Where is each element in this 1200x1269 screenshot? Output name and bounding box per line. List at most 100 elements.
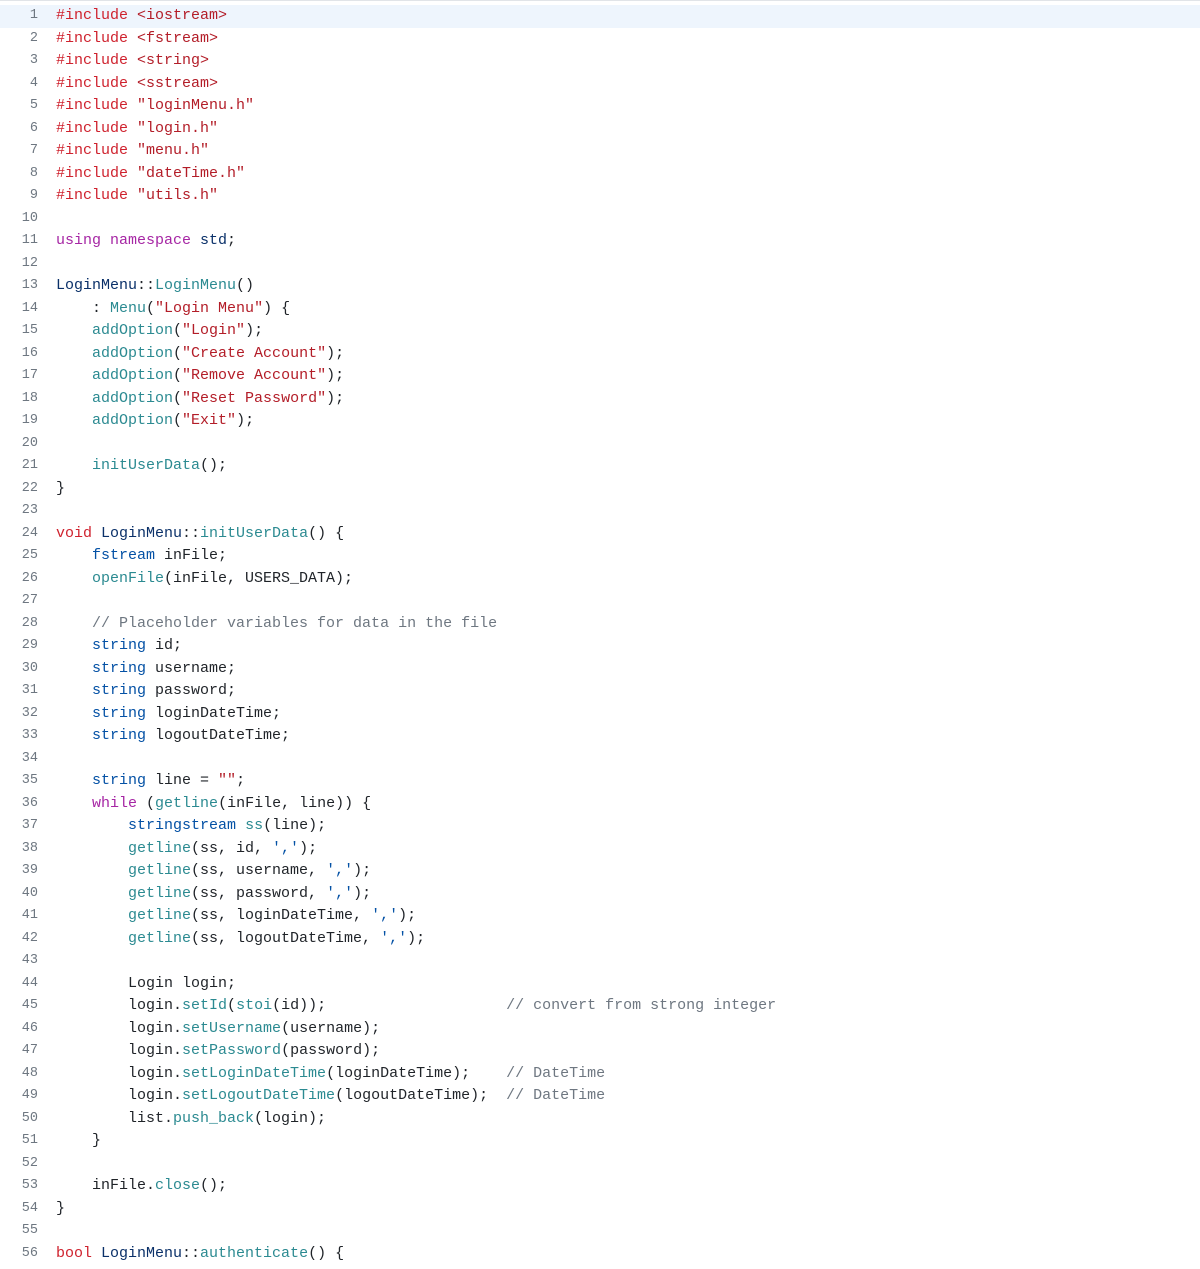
code-line[interactable]: addOption("Remove Account"); bbox=[52, 365, 1200, 388]
code-line[interactable]: #include <sstream> bbox=[52, 73, 1200, 96]
code-token: "utils.h" bbox=[137, 187, 218, 204]
code-token bbox=[56, 547, 92, 564]
code-token: (ss, loginDateTime, bbox=[191, 907, 371, 924]
code-line[interactable]: addOption("Reset Password"); bbox=[52, 388, 1200, 411]
code-line[interactable]: getline(ss, loginDateTime, ','); bbox=[52, 905, 1200, 928]
code-line[interactable]: string loginDateTime; bbox=[52, 703, 1200, 726]
line-number: 25 bbox=[0, 545, 52, 568]
code-line[interactable]: #include <fstream> bbox=[52, 28, 1200, 51]
code-token: // DateTime bbox=[506, 1087, 605, 1104]
code-line[interactable]: #include "login.h" bbox=[52, 118, 1200, 141]
code-line[interactable] bbox=[52, 1153, 1200, 1176]
code-line[interactable]: login.setPassword(password); bbox=[52, 1040, 1200, 1063]
code-token: ; bbox=[236, 772, 245, 789]
code-line[interactable]: // Placeholder variables for data in the… bbox=[52, 613, 1200, 636]
code-line[interactable] bbox=[52, 590, 1200, 613]
code-line[interactable] bbox=[52, 208, 1200, 231]
code-line[interactable]: Login login; bbox=[52, 973, 1200, 996]
code-area[interactable]: #include <iostream>#include <fstream>#in… bbox=[52, 1, 1200, 1269]
code-line[interactable] bbox=[52, 500, 1200, 523]
code-token: addOption bbox=[92, 390, 173, 407]
code-token: "Exit" bbox=[182, 412, 236, 429]
code-line[interactable]: #include "utils.h" bbox=[52, 185, 1200, 208]
line-number: 18 bbox=[0, 388, 52, 411]
code-line[interactable]: void LoginMenu::initUserData() { bbox=[52, 523, 1200, 546]
code-line[interactable]: } bbox=[52, 1198, 1200, 1221]
code-line[interactable]: addOption("Create Account"); bbox=[52, 343, 1200, 366]
code-line[interactable]: : Menu("Login Menu") { bbox=[52, 298, 1200, 321]
code-token: "loginMenu.h" bbox=[137, 97, 254, 114]
code-line[interactable]: list.push_back(login); bbox=[52, 1108, 1200, 1131]
line-number: 28 bbox=[0, 613, 52, 636]
code-token: (); bbox=[200, 457, 227, 474]
code-token: getline bbox=[128, 840, 191, 857]
line-number: 11 bbox=[0, 230, 52, 253]
code-token bbox=[56, 795, 92, 812]
code-token: <fstream> bbox=[137, 30, 218, 47]
code-line[interactable]: LoginMenu::LoginMenu() bbox=[52, 275, 1200, 298]
code-line[interactable]: #include "dateTime.h" bbox=[52, 163, 1200, 186]
code-token: string bbox=[92, 682, 146, 699]
code-line[interactable]: getline(ss, username, ','); bbox=[52, 860, 1200, 883]
code-token: ); bbox=[407, 930, 425, 947]
line-number: 23 bbox=[0, 500, 52, 523]
code-line[interactable]: addOption("Login"); bbox=[52, 320, 1200, 343]
code-line[interactable]: string id; bbox=[52, 635, 1200, 658]
code-token: ',' bbox=[326, 862, 353, 879]
code-line[interactable]: #include <string> bbox=[52, 50, 1200, 73]
code-line[interactable]: #include "loginMenu.h" bbox=[52, 95, 1200, 118]
code-token: // Placeholder variables for data in the… bbox=[92, 615, 497, 632]
code-token: authenticate bbox=[200, 1245, 308, 1262]
code-line[interactable]: login.setUsername(username); bbox=[52, 1018, 1200, 1041]
code-line[interactable]: #include "menu.h" bbox=[52, 140, 1200, 163]
code-line[interactable]: initUserData(); bbox=[52, 455, 1200, 478]
code-token bbox=[56, 570, 92, 587]
code-line[interactable]: getline(ss, id, ','); bbox=[52, 838, 1200, 861]
code-line[interactable]: login.setLogoutDateTime(logoutDateTime);… bbox=[52, 1085, 1200, 1108]
code-line[interactable]: using namespace std; bbox=[52, 230, 1200, 253]
line-number: 4 bbox=[0, 73, 52, 96]
code-line[interactable]: addOption("Exit"); bbox=[52, 410, 1200, 433]
code-token: addOption bbox=[92, 345, 173, 362]
code-line[interactable]: login.setId(stoi(id)); // convert from s… bbox=[52, 995, 1200, 1018]
code-line[interactable]: while (getline(inFile, line)) { bbox=[52, 793, 1200, 816]
code-token: setUsername bbox=[182, 1020, 281, 1037]
code-line[interactable]: string username; bbox=[52, 658, 1200, 681]
code-token: "Remove Account" bbox=[182, 367, 326, 384]
code-line[interactable] bbox=[52, 433, 1200, 456]
code-line[interactable]: string password; bbox=[52, 680, 1200, 703]
code-line[interactable]: } bbox=[52, 1130, 1200, 1153]
code-token: (ss, id, bbox=[191, 840, 272, 857]
code-line[interactable]: login.setLoginDateTime(loginDateTime); /… bbox=[52, 1063, 1200, 1086]
line-number: 45 bbox=[0, 995, 52, 1018]
code-token: addOption bbox=[92, 412, 173, 429]
code-token: list. bbox=[56, 1110, 173, 1127]
code-token: addOption bbox=[92, 322, 173, 339]
code-line[interactable]: #include <iostream> bbox=[52, 5, 1200, 28]
code-line[interactable]: string line = ""; bbox=[52, 770, 1200, 793]
code-line[interactable]: string logoutDateTime; bbox=[52, 725, 1200, 748]
code-line[interactable] bbox=[52, 950, 1200, 973]
code-token: logoutDateTime; bbox=[146, 727, 290, 744]
line-number: 37 bbox=[0, 815, 52, 838]
code-token: getline bbox=[128, 907, 191, 924]
code-line[interactable]: bool LoginMenu::authenticate() { bbox=[52, 1243, 1200, 1266]
code-token: login. bbox=[56, 1087, 182, 1104]
code-line[interactable] bbox=[52, 748, 1200, 771]
code-line[interactable]: stringstream ss(line); bbox=[52, 815, 1200, 838]
code-line[interactable]: } bbox=[52, 478, 1200, 501]
code-line[interactable]: getline(ss, password, ','); bbox=[52, 883, 1200, 906]
code-token: : bbox=[56, 300, 110, 317]
code-token: initUserData bbox=[200, 525, 308, 542]
line-number: 47 bbox=[0, 1040, 52, 1063]
code-line[interactable] bbox=[52, 253, 1200, 276]
code-token: setPassword bbox=[182, 1042, 281, 1059]
code-token: (loginDateTime); bbox=[326, 1065, 506, 1082]
code-line[interactable]: inFile.close(); bbox=[52, 1175, 1200, 1198]
code-line[interactable]: fstream inFile; bbox=[52, 545, 1200, 568]
code-line[interactable]: openFile(inFile, USERS_DATA); bbox=[52, 568, 1200, 591]
code-line[interactable]: getline(ss, logoutDateTime, ','); bbox=[52, 928, 1200, 951]
line-number: 9 bbox=[0, 185, 52, 208]
code-line[interactable] bbox=[52, 1220, 1200, 1243]
code-token: #include bbox=[56, 30, 137, 47]
